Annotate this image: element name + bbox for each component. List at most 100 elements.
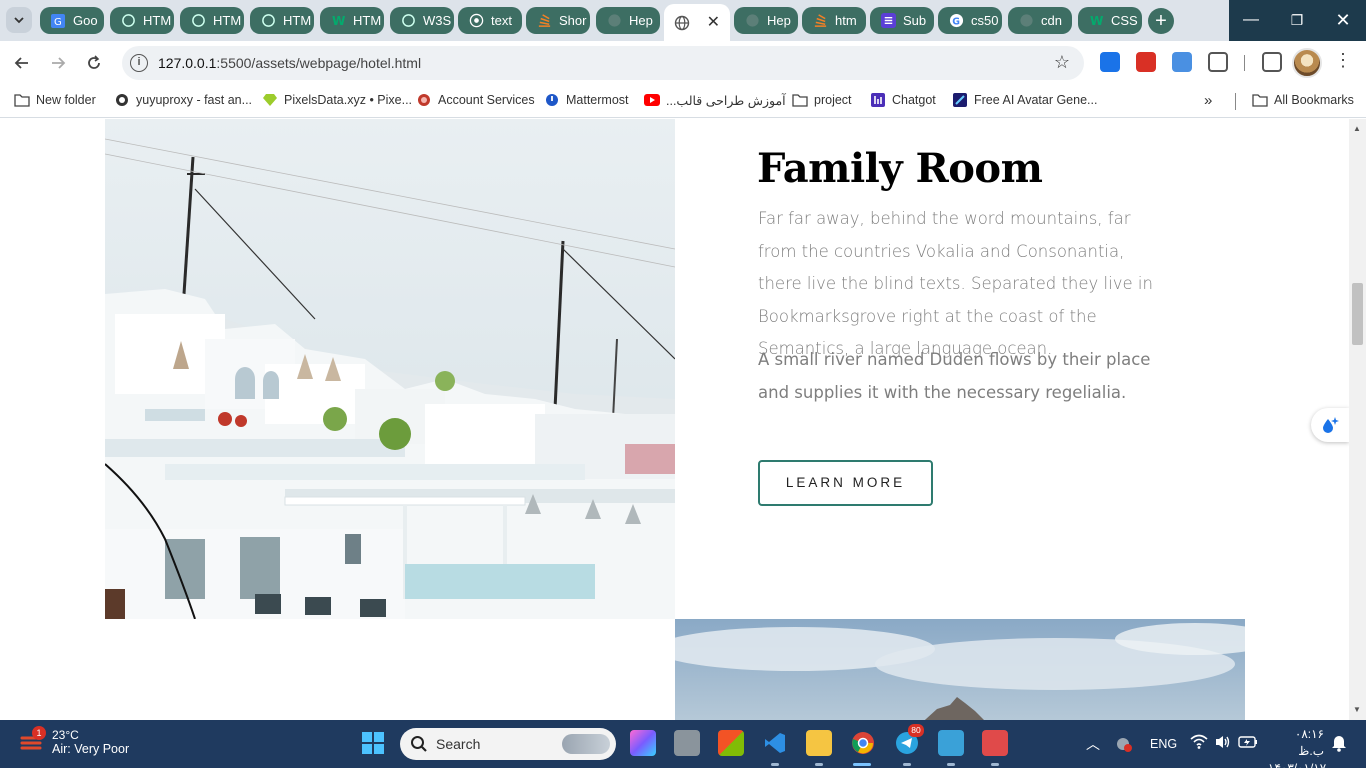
sparkle-drop-icon	[1323, 417, 1339, 433]
red-extension-icon[interactable]	[1136, 52, 1156, 72]
close-tab-icon[interactable]: ✕	[707, 12, 720, 32]
tab-active[interactable]: ✕	[664, 4, 730, 41]
new-tab-button[interactable]: +	[1148, 8, 1174, 34]
globe-loading-icon	[190, 13, 206, 29]
back-arrow-icon	[14, 57, 28, 69]
tab-11[interactable]: Hep	[734, 7, 798, 34]
weather-widget[interactable]: 1 23°C Air: Very Poor	[18, 726, 129, 756]
bookmark-star-icon[interactable]: ☆	[1054, 52, 1070, 73]
toolbar-divider	[1244, 55, 1245, 71]
bookmark-yuyuproxy[interactable]: yuyuproxy - fast an...	[114, 92, 252, 108]
mattermost-icon	[544, 92, 560, 108]
tab-title: Goo	[73, 13, 98, 28]
more-bookmarks-icon[interactable]: »	[1204, 92, 1212, 109]
scroll-up-arrow[interactable]: ▲	[1353, 124, 1361, 133]
reload-button[interactable]	[80, 49, 108, 77]
search-icon	[411, 736, 427, 752]
telegram-running-indicator	[903, 763, 911, 766]
notepad-icon[interactable]	[938, 730, 964, 756]
tab-13[interactable]: Sub	[870, 7, 934, 34]
file-explorer-icon[interactable]	[806, 730, 832, 756]
close-window-button[interactable]: ✕	[1320, 0, 1366, 41]
list-icon	[880, 13, 896, 29]
tab-4[interactable]: HTM	[250, 7, 314, 34]
bookmark-youtube[interactable]: آموزش طراحی قالب...	[644, 92, 786, 108]
bookmark-chatgot[interactable]: Chatgot	[870, 92, 936, 108]
back-button[interactable]	[8, 49, 36, 77]
battery-icon[interactable]	[1238, 734, 1258, 753]
chrome-icon[interactable]	[850, 730, 876, 756]
tab-search-button[interactable]	[6, 7, 32, 33]
side-panel-icon[interactable]	[1262, 52, 1282, 72]
tray-overflow-chevron-icon[interactable]: ︿	[1086, 734, 1100, 754]
vscode-icon[interactable]	[762, 730, 788, 756]
restore-button[interactable]: ❐	[1274, 0, 1320, 41]
snipping-running-indicator	[991, 763, 999, 766]
bookmark-label: Chatgot	[892, 93, 936, 107]
chevron-down-icon	[14, 17, 24, 24]
tab-14[interactable]: G cs50	[938, 7, 1002, 34]
forward-button[interactable]	[44, 49, 72, 77]
bookmark-all-bookmarks[interactable]: All Bookmarks	[1252, 92, 1354, 108]
snipping-tool-icon[interactable]	[982, 730, 1008, 756]
floating-widget-button[interactable]	[1311, 408, 1349, 442]
globe-loading-icon	[260, 13, 276, 29]
download-extension-icon[interactable]	[1172, 52, 1192, 72]
browser-menu-icon[interactable]: ⋮	[1334, 50, 1352, 71]
tab-9[interactable]: Hep	[596, 7, 660, 34]
windows-taskbar: 1 23°C Air: Very Poor Search 80 ︿ ENG ۰۸…	[0, 720, 1366, 775]
task-view-icon[interactable]	[674, 730, 700, 756]
tab-2[interactable]: HTM	[110, 7, 174, 34]
bitwarden-extension-icon[interactable]	[1100, 52, 1120, 72]
minimize-button[interactable]: —	[1228, 0, 1274, 41]
tab-7[interactable]: text	[458, 7, 522, 34]
tab-5[interactable]: W HTM	[320, 7, 384, 34]
system-clock[interactable]: ۰۸:۱۶ ب.ظ ۱۴۰۳/۰۱/۱۷	[1268, 726, 1326, 777]
taskbar-search[interactable]: Search	[400, 728, 616, 760]
scroll-down-arrow[interactable]: ▼	[1353, 705, 1361, 714]
globe-loading-icon	[120, 13, 136, 29]
notification-bell-icon[interactable]	[1331, 734, 1347, 755]
address-bar[interactable]: i 127.0.0.1:5500/assets/webpage/hotel.ht…	[122, 46, 1084, 80]
copilot-icon[interactable]	[630, 730, 656, 756]
tab-title: text	[491, 13, 512, 28]
tab-6[interactable]: W3S	[390, 7, 454, 34]
tab-3[interactable]: HTM	[180, 7, 244, 34]
url-text[interactable]: 127.0.0.1:5500/assets/webpage/hotel.html	[158, 55, 421, 71]
w3schools-icon: W	[330, 13, 346, 29]
bookmark-account-services[interactable]: Account Services	[416, 92, 535, 108]
bookmark-free-ai-avatar[interactable]: Free AI Avatar Gene...	[952, 92, 1097, 108]
weather-badge: 1	[32, 726, 46, 740]
bookmark-pixelsdata[interactable]: PixelsData.xyz • Pixe...	[262, 92, 412, 108]
tab-title: HTM	[143, 13, 172, 28]
windows-start-icon[interactable]	[360, 730, 386, 756]
search-label: Search	[436, 736, 481, 752]
wifi-icon[interactable]	[1190, 734, 1208, 754]
tab-12[interactable]: htm	[802, 7, 866, 34]
tab-title: cdn	[1041, 13, 1062, 28]
profile-avatar[interactable]	[1292, 48, 1322, 78]
volume-icon[interactable]	[1214, 734, 1232, 753]
tab-1[interactable]: G Goo	[40, 7, 104, 34]
tab-title: W3S	[423, 13, 452, 28]
folder-icon	[1252, 92, 1268, 108]
scrollbar-thumb[interactable]	[1352, 283, 1363, 345]
language-indicator[interactable]: ENG	[1150, 737, 1177, 751]
learn-more-button[interactable]: LEARN MORE	[758, 460, 933, 506]
globe-icon	[674, 15, 690, 31]
bookmark-new-folder[interactable]: New folder	[14, 92, 96, 108]
tab-8[interactable]: Shor	[526, 7, 590, 34]
bookmark-mattermost[interactable]: Mattermost	[544, 92, 629, 108]
site-info-icon[interactable]: i	[130, 54, 148, 72]
microsoft-store-icon[interactable]	[718, 730, 744, 756]
bookmark-project[interactable]: project	[792, 92, 852, 108]
explorer-running-indicator	[815, 763, 823, 766]
telegram-icon[interactable]: 80	[894, 724, 924, 756]
tab-16[interactable]: W CSS	[1078, 7, 1142, 34]
tab-15[interactable]: cdn	[1008, 7, 1072, 34]
page-scrollbar[interactable]: ▲ ▼	[1349, 119, 1366, 720]
youtube-icon	[644, 92, 660, 108]
extensions-puzzle-icon[interactable]	[1208, 52, 1228, 72]
chatgot-icon	[870, 92, 886, 108]
vpn-tray-icon[interactable]	[1114, 734, 1134, 754]
